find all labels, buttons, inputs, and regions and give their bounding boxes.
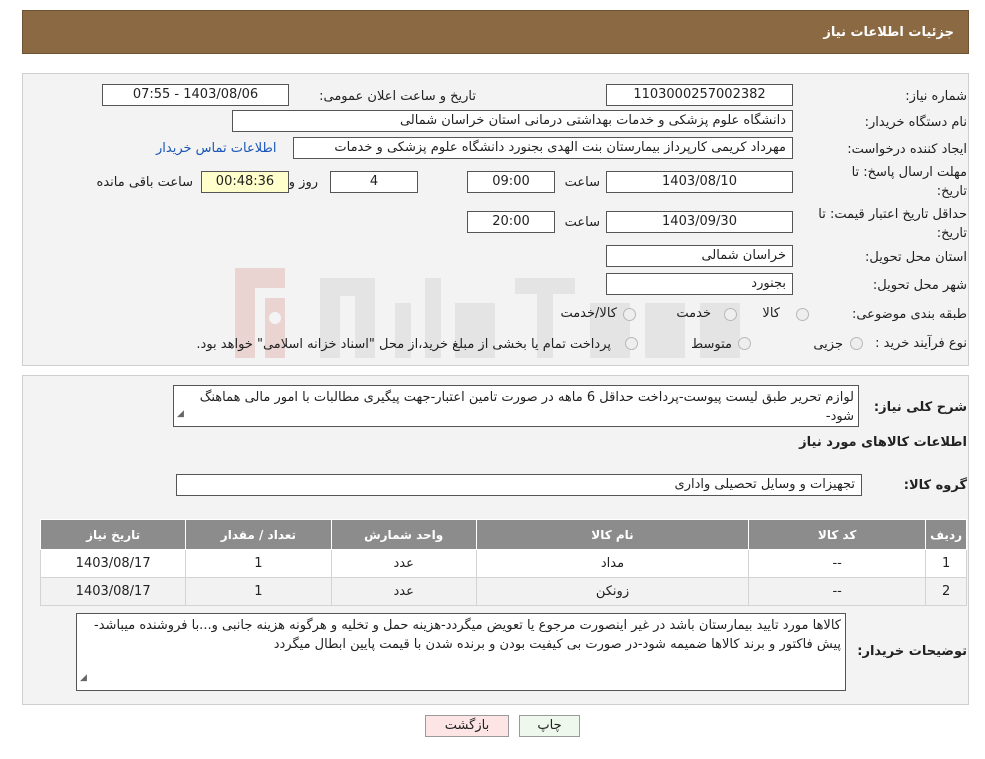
requester-value: مهرداد کریمی کارپرداز بیمارستان بنت الهد… <box>293 137 793 159</box>
goods-group-label: گروه کالا: <box>903 478 967 493</box>
print-button[interactable]: چاپ <box>519 715 580 737</box>
buyer-org-label: نام دستگاه خریدار: <box>864 115 967 130</box>
province-value: خراسان شمالی <box>606 245 793 267</box>
deadline-time-label: ساعت <box>564 175 600 190</box>
col-item-name: نام کالا <box>475 519 750 550</box>
validity-date-value: 1403/09/30 <box>606 211 793 233</box>
table-row: 2 -- زونکن عدد 1 1403/08/17 <box>39 577 967 606</box>
cell-unit: عدد <box>330 549 477 578</box>
deadline-date-value: 1403/08/10 <box>606 171 793 193</box>
goods-table: ردیف کد کالا نام کالا واحد شمارش تعداد /… <box>39 519 967 606</box>
process-radio-medium[interactable] <box>738 337 751 350</box>
buyer-contact-link[interactable]: اطلاعات تماس خریدار <box>156 141 276 156</box>
buyer-notes-textarea[interactable]: کالاها مورد تایید بیمارستان باشد در غیر … <box>76 613 846 691</box>
deadline-label-line2: تاریخ: <box>936 184 967 199</box>
page-header: جزئیات اطلاعات نیاز <box>22 10 969 54</box>
summary-text: لوازم تحریر طبق لیست پیوست-پرداخت حداقل … <box>199 390 854 424</box>
validity-time-label: ساعت <box>564 215 600 230</box>
process-radio-partial[interactable] <box>850 337 863 350</box>
category-option-goods-service: کالا/خدمت <box>560 306 617 321</box>
requester-label: ایجاد کننده درخواست: <box>847 142 967 157</box>
announce-date-value: 1403/08/06 - 07:55 <box>102 84 289 106</box>
cell-item-name: زونکن <box>475 577 750 606</box>
cell-item-name: مداد <box>475 549 750 578</box>
col-unit: واحد شمارش <box>330 519 477 550</box>
summary-label: شرح کلی نیاز: <box>873 400 967 415</box>
process-option-medium: متوسط <box>691 337 732 352</box>
deadline-label-line1: مهلت ارسال پاسخ: تا <box>851 165 967 180</box>
deadline-time-value: 09:00 <box>467 171 555 193</box>
buyer-notes-text: کالاها مورد تایید بیمارستان باشد در غیر … <box>94 618 841 652</box>
cell-item-code: -- <box>748 549 927 578</box>
province-label: استان محل تحویل: <box>865 250 967 265</box>
announce-date-label: تاریخ و ساعت اعلان عمومی: <box>319 89 476 104</box>
col-need-date: تاریخ نیاز <box>39 519 187 550</box>
validity-time-value: 20:00 <box>467 211 555 233</box>
buyer-org-value: دانشگاه علوم پزشکی و خدمات بهداشتی درمان… <box>232 110 793 132</box>
cell-unit: عدد <box>330 577 477 606</box>
validity-label-line1: حداقل تاریخ اعتبار قیمت: تا <box>818 207 967 222</box>
need-number-label: شماره نیاز: <box>905 89 967 104</box>
cell-row-number: 1 <box>925 549 967 578</box>
col-quantity: تعداد / مقدار <box>185 519 332 550</box>
process-treasury-note: پرداخت تمام یا بخشی از مبلغ خرید،از محل … <box>196 337 611 352</box>
category-option-goods: کالا <box>762 306 780 321</box>
category-label: طبقه بندی موضوعی: <box>851 307 967 322</box>
goods-info-title: اطلاعات کالاهای مورد نیاز <box>799 435 967 450</box>
resize-grip-icon[interactable]: ◢ <box>177 405 184 424</box>
city-label: شهر محل تحویل: <box>872 278 967 293</box>
category-radio-goods-service[interactable] <box>623 308 636 321</box>
days-label: روز و <box>288 175 318 190</box>
cell-need-date: 1403/08/17 <box>39 549 187 578</box>
remaining-time-label: ساعت باقی مانده <box>96 175 193 190</box>
process-label: نوع فرآیند خرید : <box>875 336 967 351</box>
resize-grip-icon[interactable]: ◢ <box>80 669 87 688</box>
category-radio-goods[interactable] <box>796 308 809 321</box>
city-value: بجنورد <box>606 273 793 295</box>
back-button[interactable]: بازگشت <box>425 715 509 737</box>
process-option-partial: جزیی <box>813 337 843 352</box>
cell-quantity: 1 <box>185 549 332 578</box>
col-row-number: ردیف <box>925 519 967 550</box>
process-radio-treasury[interactable] <box>625 337 638 350</box>
cell-quantity: 1 <box>185 577 332 606</box>
goods-group-value: تجهیزات و وسایل تحصیلی واداری <box>176 474 862 496</box>
cell-row-number: 2 <box>925 577 967 606</box>
page-title: جزئیات اطلاعات نیاز <box>823 25 954 40</box>
validity-label-line2: تاریخ: <box>936 226 967 241</box>
need-number-value: 1103000257002382 <box>606 84 793 106</box>
cell-item-code: -- <box>748 577 927 606</box>
table-row: 1 -- مداد عدد 1 1403/08/17 <box>39 549 967 578</box>
category-radio-service[interactable] <box>724 308 737 321</box>
category-option-service: خدمت <box>676 306 711 321</box>
buyer-notes-label: توضیحات خریدار: <box>857 644 967 659</box>
cell-need-date: 1403/08/17 <box>39 577 187 606</box>
days-remaining-value: 4 <box>330 171 418 193</box>
summary-textarea[interactable]: لوازم تحریر طبق لیست پیوست-پرداخت حداقل … <box>173 385 859 427</box>
col-item-code: کد کالا <box>748 519 927 550</box>
remaining-time-value: 00:48:36 <box>201 171 289 193</box>
goods-table-header: ردیف کد کالا نام کالا واحد شمارش تعداد /… <box>39 519 967 550</box>
